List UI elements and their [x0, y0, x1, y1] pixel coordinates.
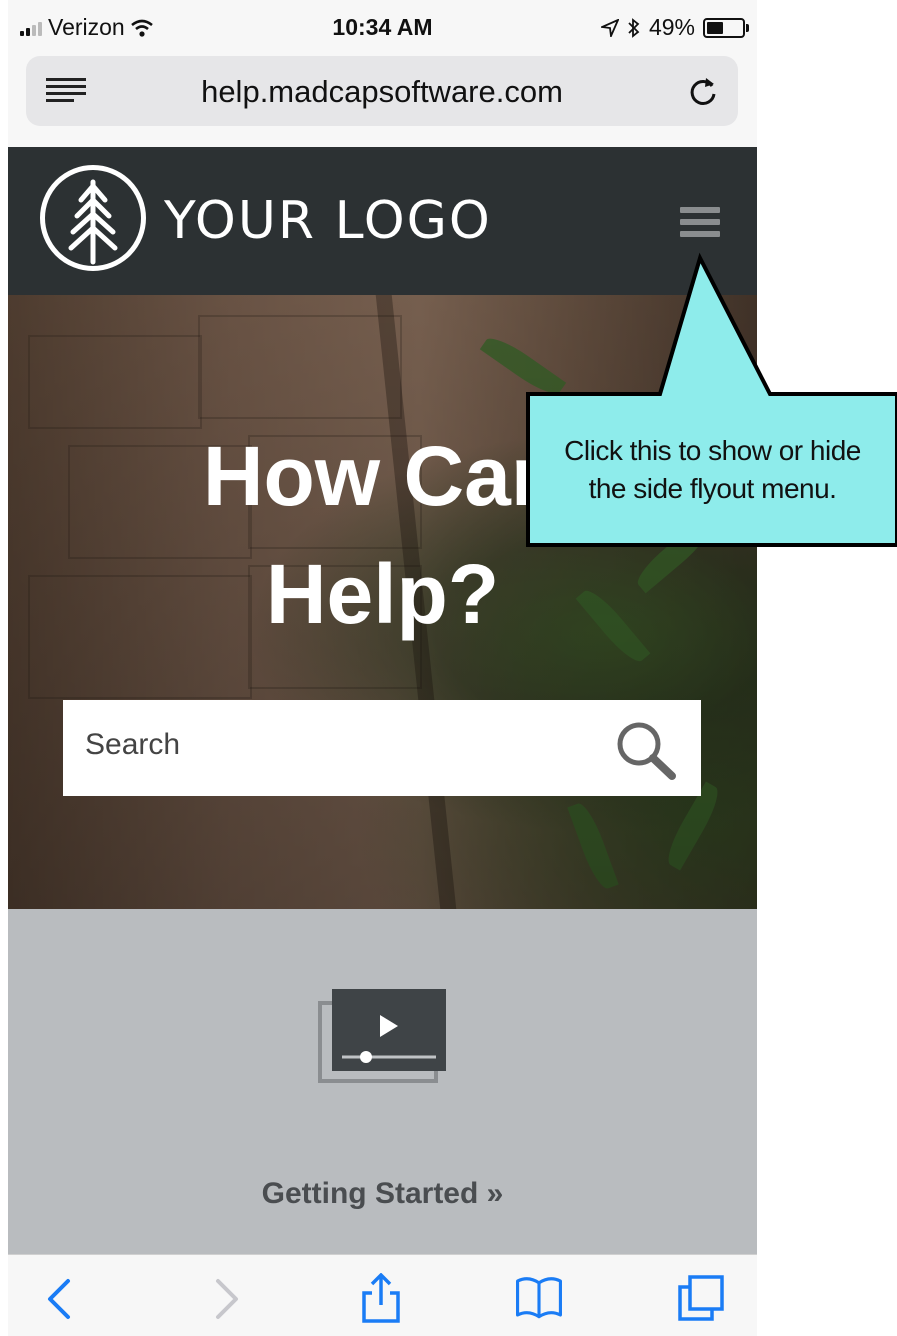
- getting-started-section: Getting Started »: [8, 909, 757, 1254]
- battery-percent: 49%: [648, 14, 695, 40]
- menu-hamburger-icon[interactable]: [680, 207, 720, 239]
- callout-line2: the side flyout menu.: [588, 473, 837, 504]
- address-bar[interactable]: help.madcapsoftware.com: [26, 56, 738, 126]
- battery-icon: [703, 17, 749, 38]
- callout-text: Click this to show or hide the side flyo…: [528, 432, 897, 508]
- forward-icon[interactable]: [200, 1273, 250, 1323]
- search-placeholder: Search: [85, 728, 181, 761]
- browser-toolbar: [8, 1254, 757, 1336]
- getting-started-link[interactable]: Getting Started »: [8, 1177, 757, 1211]
- video-player-icon[interactable]: [318, 989, 448, 1085]
- url-text[interactable]: help.madcapsoftware.com: [26, 74, 738, 110]
- site-header: YOUR LOGO: [8, 147, 757, 295]
- phone-screen: Verizon 10:34 AM 49% help.madcapsoftware…: [8, 0, 757, 1336]
- hero-banner: How Can Help? Search: [8, 295, 757, 909]
- status-bar: Verizon 10:34 AM 49%: [8, 0, 757, 55]
- reload-icon[interactable]: [686, 74, 720, 108]
- tabs-icon[interactable]: [676, 1273, 726, 1323]
- search-icon[interactable]: [615, 720, 677, 780]
- search-input[interactable]: Search: [63, 700, 701, 796]
- callout-line1: Click this to show or hide: [564, 435, 861, 466]
- status-right: 49%: [600, 14, 749, 41]
- hero-title-line2: Help?: [265, 547, 500, 641]
- logo-text[interactable]: YOUR LOGO: [164, 191, 492, 251]
- back-icon[interactable]: [36, 1273, 86, 1323]
- bluetooth-icon: [628, 17, 640, 38]
- logo-tree-icon[interactable]: [40, 165, 146, 271]
- share-icon[interactable]: [356, 1273, 406, 1323]
- location-icon: [600, 18, 619, 37]
- bookmarks-icon[interactable]: [514, 1273, 564, 1323]
